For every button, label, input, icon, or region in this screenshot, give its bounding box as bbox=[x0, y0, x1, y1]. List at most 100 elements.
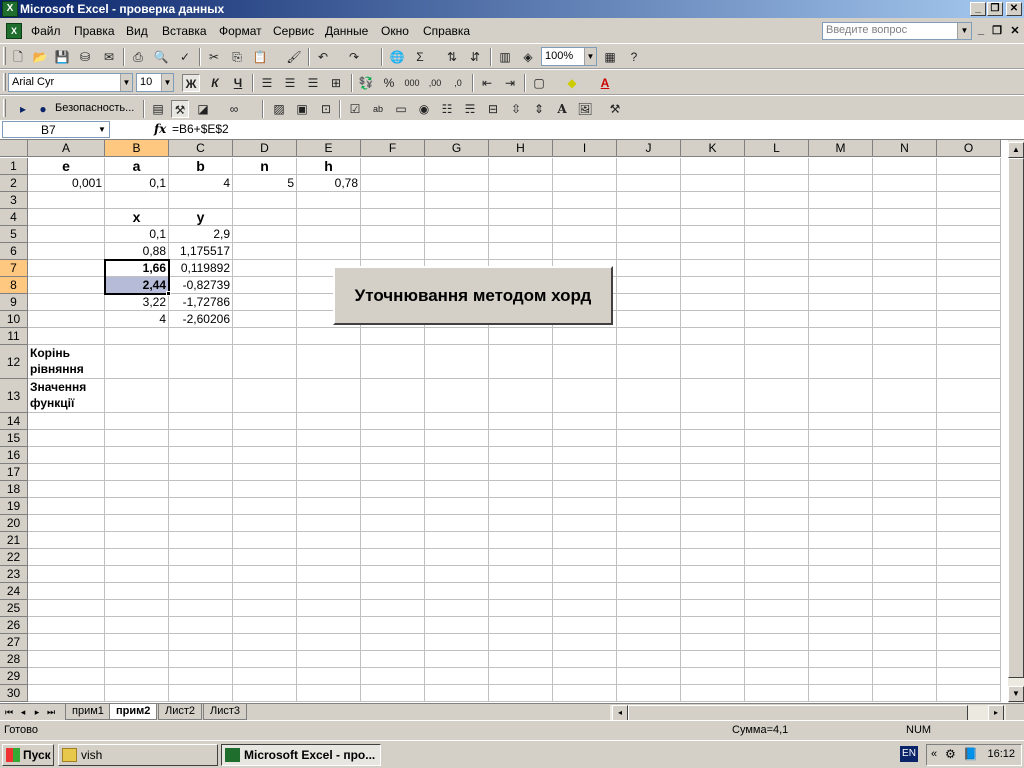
cell-l8[interactable] bbox=[745, 277, 809, 294]
cell-a8[interactable] bbox=[28, 277, 105, 294]
thousands-icon[interactable]: 000 bbox=[403, 74, 421, 92]
chevron-down-icon[interactable]: ▼ bbox=[957, 23, 971, 39]
cell-j9[interactable] bbox=[617, 294, 681, 311]
cell-e30[interactable] bbox=[297, 685, 361, 702]
cell-a11[interactable] bbox=[28, 328, 105, 345]
cell-a27[interactable] bbox=[28, 634, 105, 651]
cell-h6[interactable] bbox=[489, 243, 553, 260]
cell-d19[interactable] bbox=[233, 498, 297, 515]
cell-h18[interactable] bbox=[489, 481, 553, 498]
cell-o25[interactable] bbox=[937, 600, 1001, 617]
column-header-g[interactable]: G bbox=[425, 140, 489, 157]
cell-b17[interactable] bbox=[105, 464, 169, 481]
cell-o21[interactable] bbox=[937, 532, 1001, 549]
cell-b1[interactable]: a bbox=[105, 158, 169, 175]
cell-d28[interactable] bbox=[233, 651, 297, 668]
open-folder-icon[interactable]: 📂 bbox=[31, 48, 49, 66]
row-header-6[interactable]: 6 bbox=[0, 243, 28, 260]
cell-b15[interactable] bbox=[105, 430, 169, 447]
cell-a7[interactable] bbox=[28, 260, 105, 277]
cell-a17[interactable] bbox=[28, 464, 105, 481]
cell-l20[interactable] bbox=[745, 515, 809, 532]
scrollbar-tool-icon[interactable]: ⇕ bbox=[530, 100, 548, 118]
cell-j11[interactable] bbox=[617, 328, 681, 345]
cell-g22[interactable] bbox=[425, 549, 489, 566]
sort-ascending-icon[interactable]: ⇅ bbox=[443, 48, 461, 66]
cell-d11[interactable] bbox=[233, 328, 297, 345]
cell-f15[interactable] bbox=[361, 430, 425, 447]
row-header-28[interactable]: 28 bbox=[0, 651, 28, 668]
row-header-15[interactable]: 15 bbox=[0, 430, 28, 447]
control-toolbox-icon[interactable]: ◪ bbox=[194, 100, 212, 118]
cell-m7[interactable] bbox=[809, 260, 873, 277]
cell-j15[interactable] bbox=[617, 430, 681, 447]
column-header-o[interactable]: O bbox=[937, 140, 1001, 157]
cell-c6[interactable]: 1,175517 bbox=[169, 243, 233, 260]
column-header-h[interactable]: H bbox=[489, 140, 553, 157]
cell-m20[interactable] bbox=[809, 515, 873, 532]
cell-g11[interactable] bbox=[425, 328, 489, 345]
row-header-18[interactable]: 18 bbox=[0, 481, 28, 498]
chart-wizard-icon[interactable]: ▥ bbox=[496, 48, 514, 66]
undo-icon[interactable]: ↶ bbox=[314, 48, 332, 66]
cell-f30[interactable] bbox=[361, 685, 425, 702]
cell-o17[interactable] bbox=[937, 464, 1001, 481]
cell-d13[interactable] bbox=[233, 379, 297, 413]
cell-e18[interactable] bbox=[297, 481, 361, 498]
cell-j30[interactable] bbox=[617, 685, 681, 702]
cell-a19[interactable] bbox=[28, 498, 105, 515]
cell-b30[interactable] bbox=[105, 685, 169, 702]
cell-n19[interactable] bbox=[873, 498, 937, 515]
cell-d7[interactable] bbox=[233, 260, 297, 277]
cell-h12[interactable] bbox=[489, 345, 553, 379]
cell-k22[interactable] bbox=[681, 549, 745, 566]
cell-j17[interactable] bbox=[617, 464, 681, 481]
underline-button[interactable]: Ч bbox=[229, 74, 247, 92]
cell-k29[interactable] bbox=[681, 668, 745, 685]
cell-g5[interactable] bbox=[425, 226, 489, 243]
cell-k26[interactable] bbox=[681, 617, 745, 634]
cell-h27[interactable] bbox=[489, 634, 553, 651]
horizontal-scrollbar[interactable]: ◂ ▸ bbox=[610, 705, 1006, 721]
cell-n7[interactable] bbox=[873, 260, 937, 277]
cell-l29[interactable] bbox=[745, 668, 809, 685]
menu-insert[interactable]: Вставка bbox=[162, 24, 207, 38]
cell-a10[interactable] bbox=[28, 311, 105, 328]
cell-k24[interactable] bbox=[681, 583, 745, 600]
cell-d30[interactable] bbox=[233, 685, 297, 702]
cell-e3[interactable] bbox=[297, 192, 361, 209]
cell-e6[interactable] bbox=[297, 243, 361, 260]
cell-c2[interactable]: 4 bbox=[169, 175, 233, 192]
cell-e13[interactable] bbox=[297, 379, 361, 413]
cell-b5[interactable]: 0,1 bbox=[105, 226, 169, 243]
cell-a18[interactable] bbox=[28, 481, 105, 498]
cell-i15[interactable] bbox=[553, 430, 617, 447]
cell-d10[interactable] bbox=[233, 311, 297, 328]
cell-n20[interactable] bbox=[873, 515, 937, 532]
cell-l21[interactable] bbox=[745, 532, 809, 549]
row-header-23[interactable]: 23 bbox=[0, 566, 28, 583]
cell-m27[interactable] bbox=[809, 634, 873, 651]
option-button-icon[interactable]: ◉ bbox=[415, 100, 433, 118]
book-icon[interactable]: 📘 bbox=[963, 747, 978, 761]
cell-k1[interactable] bbox=[681, 158, 745, 175]
next-sheet-icon[interactable]: ▸ bbox=[31, 706, 43, 719]
cell-m22[interactable] bbox=[809, 549, 873, 566]
row-header-30[interactable]: 30 bbox=[0, 685, 28, 702]
cell-e23[interactable] bbox=[297, 566, 361, 583]
cell-g19[interactable] bbox=[425, 498, 489, 515]
cell-o6[interactable] bbox=[937, 243, 1001, 260]
cell-c28[interactable] bbox=[169, 651, 233, 668]
cell-n3[interactable] bbox=[873, 192, 937, 209]
first-sheet-icon[interactable]: ⏮ bbox=[3, 706, 15, 719]
cell-b22[interactable] bbox=[105, 549, 169, 566]
hyperlink-icon[interactable]: 🌐 bbox=[388, 48, 406, 66]
cell-b26[interactable] bbox=[105, 617, 169, 634]
column-header-d[interactable]: D bbox=[233, 140, 297, 157]
cell-h25[interactable] bbox=[489, 600, 553, 617]
align-left-icon[interactable]: ☰ bbox=[258, 74, 276, 92]
cell-b4[interactable]: x bbox=[105, 209, 169, 226]
cell-a28[interactable] bbox=[28, 651, 105, 668]
cell-k11[interactable] bbox=[681, 328, 745, 345]
cell-l16[interactable] bbox=[745, 447, 809, 464]
